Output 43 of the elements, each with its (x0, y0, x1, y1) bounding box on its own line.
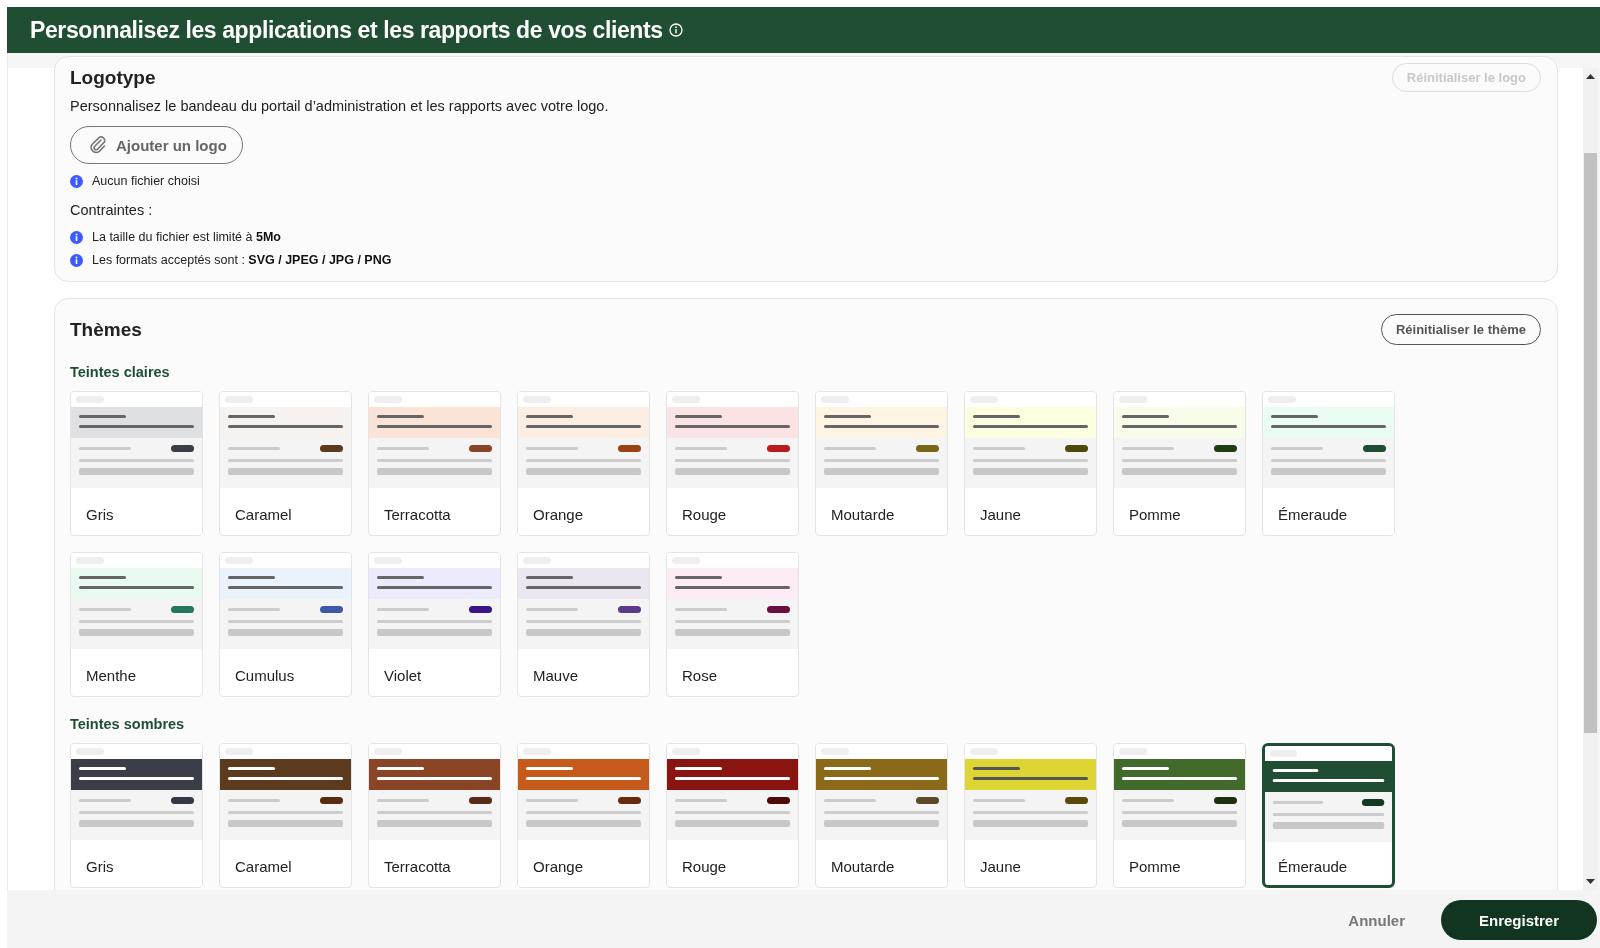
scrollbar[interactable] (1583, 68, 1598, 890)
constraint-text: La taille du fichier est limité à 5Mo (92, 230, 281, 244)
theme-tile[interactable]: Émeraude (1262, 743, 1395, 888)
constraints-label: Contraintes : (70, 202, 154, 218)
save-button[interactable]: Enregistrer (1441, 900, 1597, 940)
theme-tile[interactable]: Gris (70, 391, 203, 536)
theme-tile[interactable]: Terracotta (368, 391, 501, 536)
theme-tile[interactable]: Caramel (219, 391, 352, 536)
theme-tile[interactable]: Terracotta (368, 743, 501, 888)
group-title: Teintes sombres (70, 716, 186, 732)
info-icon[interactable] (668, 23, 683, 37)
info-icon (70, 230, 83, 244)
section-description: Personnalisez le bandeau du portail d’administration et les rapports avec votre logo. (70, 98, 610, 114)
theme-tile[interactable]: Moutarde (815, 743, 948, 888)
scroll-down-icon[interactable] (1586, 879, 1595, 884)
theme-tile[interactable]: Rouge (666, 743, 799, 888)
constraint-text: Les formats acceptés sont : SVG / JPEG / JPG / PNG (92, 253, 392, 267)
theme-tile[interactable]: Cumulus (219, 552, 352, 697)
theme-tile[interactable]: Mauve (517, 552, 650, 697)
file-status: Aucun fichier choisi (92, 174, 200, 188)
theme-tile[interactable]: Menthe (70, 552, 203, 697)
scroll-up-icon[interactable] (1586, 74, 1595, 79)
group-title: Teintes claires (70, 364, 171, 380)
theme-tile[interactable]: Rouge (666, 391, 799, 536)
info-icon (70, 174, 83, 188)
page-title: Personnalisez les applications et les rapports de vos clients (30, 16, 663, 44)
theme-tile[interactable]: Pomme (1113, 743, 1246, 888)
theme-tile[interactable]: Caramel (219, 743, 352, 888)
theme-tile[interactable]: Rose (666, 552, 799, 697)
info-icon (70, 253, 83, 267)
theme-tile[interactable]: Jaune (964, 391, 1097, 536)
theme-tile[interactable]: Pomme (1113, 391, 1246, 536)
theme-tile[interactable]: Violet (368, 552, 501, 697)
section-title: Thèmes (70, 318, 142, 341)
paperclip-icon (88, 135, 108, 155)
theme-tile[interactable]: Émeraude (1262, 391, 1395, 536)
theme-tile[interactable]: Gris (70, 743, 203, 888)
section-title: Logotype (70, 66, 156, 89)
cancel-button[interactable]: Annuler (1344, 903, 1409, 937)
theme-tile[interactable]: Orange (517, 743, 650, 888)
theme-tile[interactable]: Moutarde (815, 391, 948, 536)
theme-tile[interactable]: Orange (517, 391, 650, 536)
theme-tile[interactable]: Jaune (964, 743, 1097, 888)
